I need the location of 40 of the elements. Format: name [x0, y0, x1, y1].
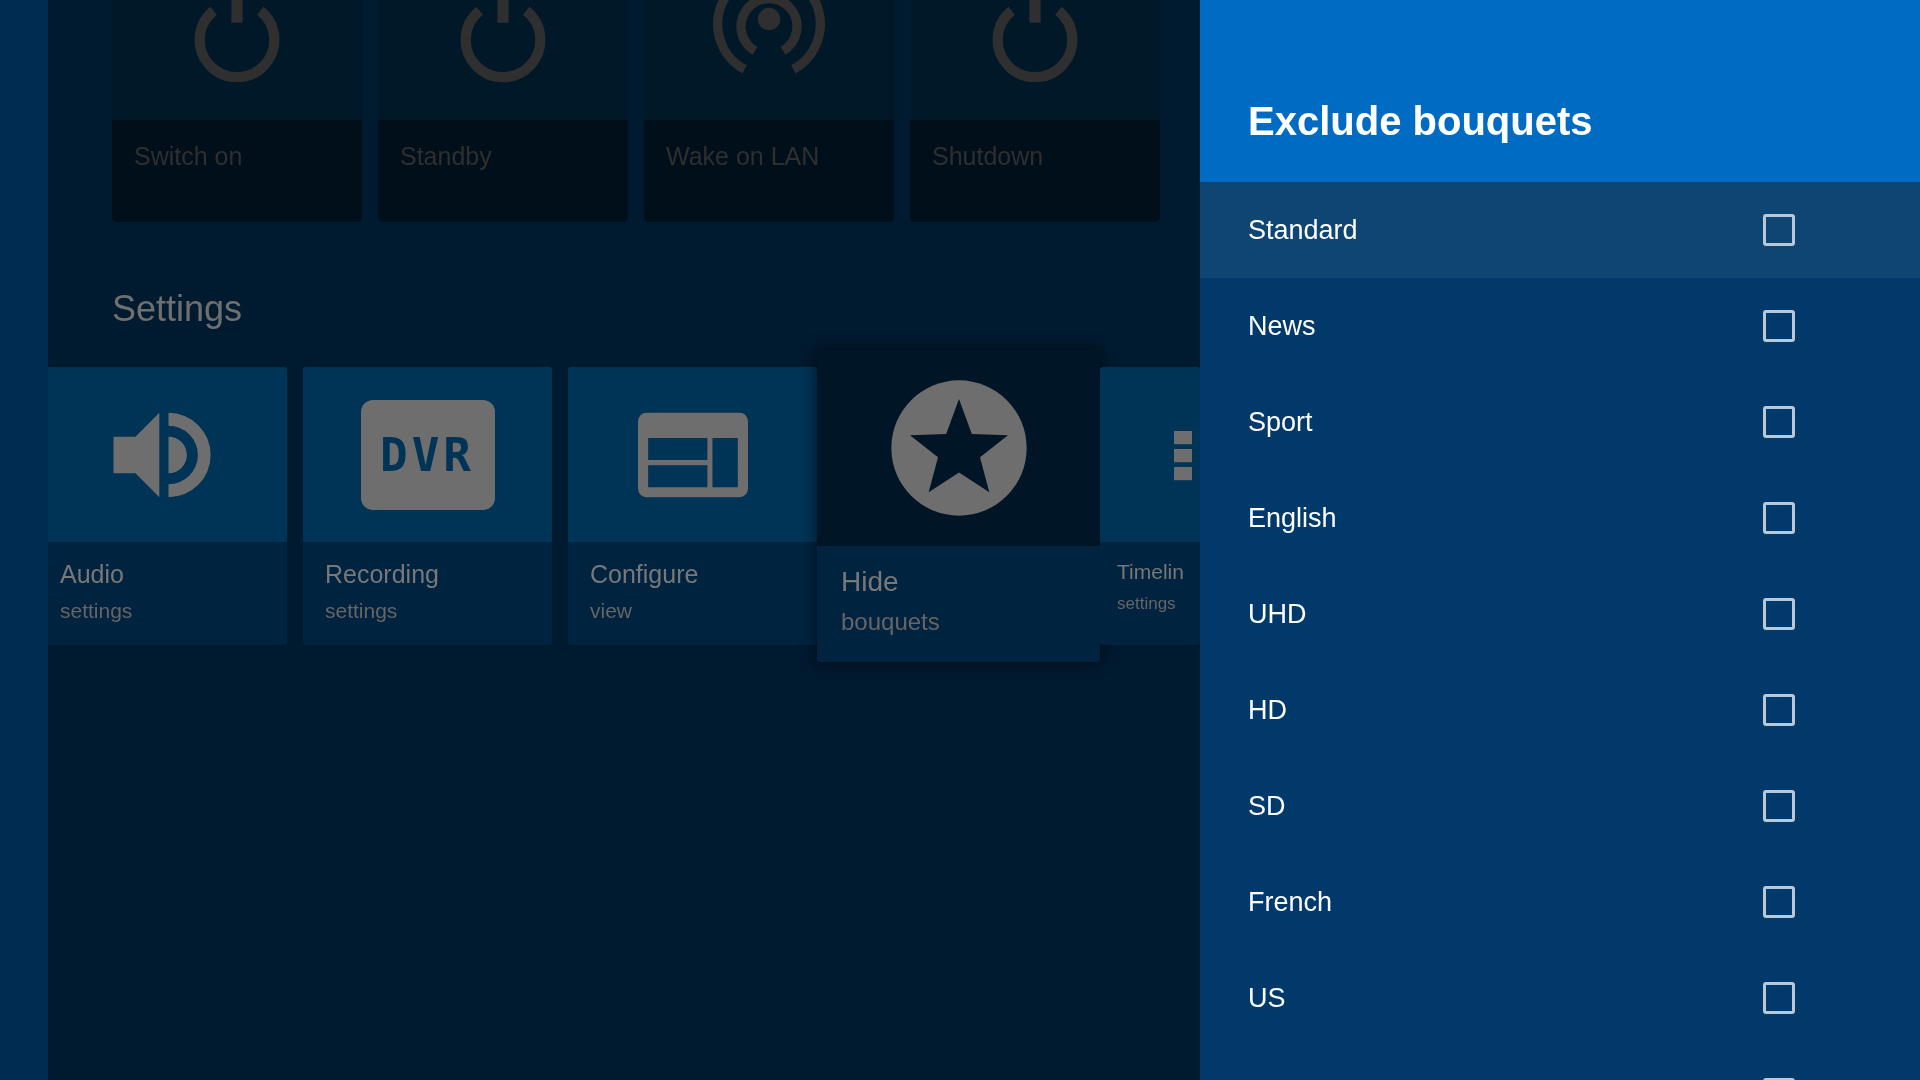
checkbox[interactable]	[1763, 310, 1795, 342]
checkbox[interactable]	[1763, 790, 1795, 822]
checkbox[interactable]	[1763, 214, 1795, 246]
tile-subtitle: bouquets	[841, 608, 941, 636]
checkbox[interactable]	[1763, 694, 1795, 726]
checkbox[interactable]	[1763, 982, 1795, 1014]
checkbox[interactable]	[1763, 502, 1795, 534]
list-item[interactable]: HD	[1200, 662, 1920, 758]
item-label: News	[1248, 310, 1316, 342]
item-label: UHD	[1248, 598, 1307, 630]
list-item[interactable]: UHD	[1200, 566, 1920, 662]
list-item[interactable]: News	[1200, 278, 1920, 374]
tile-title: Configure	[590, 560, 700, 589]
list-item[interactable]: French	[1200, 854, 1920, 950]
list-item[interactable]: US	[1200, 950, 1920, 1046]
tile-subtitle: settings	[60, 599, 134, 623]
item-label: HD	[1248, 694, 1287, 726]
item-label: Standard	[1248, 214, 1358, 246]
tile-title: Hide	[841, 566, 900, 598]
item-label: English	[1248, 502, 1337, 534]
list-item[interactable]: Sport	[1200, 374, 1920, 470]
tile-subtitle: settings	[1117, 594, 1177, 614]
tile-title: Recording	[325, 560, 440, 589]
dvr-icon: DVR	[360, 399, 495, 510]
tile-title: Timelin	[1117, 560, 1185, 584]
list-item[interactable]: English	[1200, 470, 1920, 566]
item-label: French	[1248, 886, 1333, 918]
tile-subtitle: view	[590, 599, 633, 623]
checkbox[interactable]	[1763, 598, 1795, 630]
list-item[interactable]: SD	[1200, 758, 1920, 854]
item-label: US	[1248, 982, 1286, 1014]
item-label: Sport	[1248, 406, 1313, 438]
checkbox[interactable]	[1763, 886, 1795, 918]
checkbox[interactable]	[1763, 406, 1795, 438]
item-label: SD	[1248, 790, 1286, 822]
tile-subtitle: settings	[325, 599, 399, 623]
list-item[interactable]: Standard	[1200, 182, 1920, 278]
tile-title: Audio	[60, 560, 125, 589]
dialog-title: Exclude bouquets	[1248, 99, 1593, 144]
section-heading: Settings	[112, 288, 244, 331]
